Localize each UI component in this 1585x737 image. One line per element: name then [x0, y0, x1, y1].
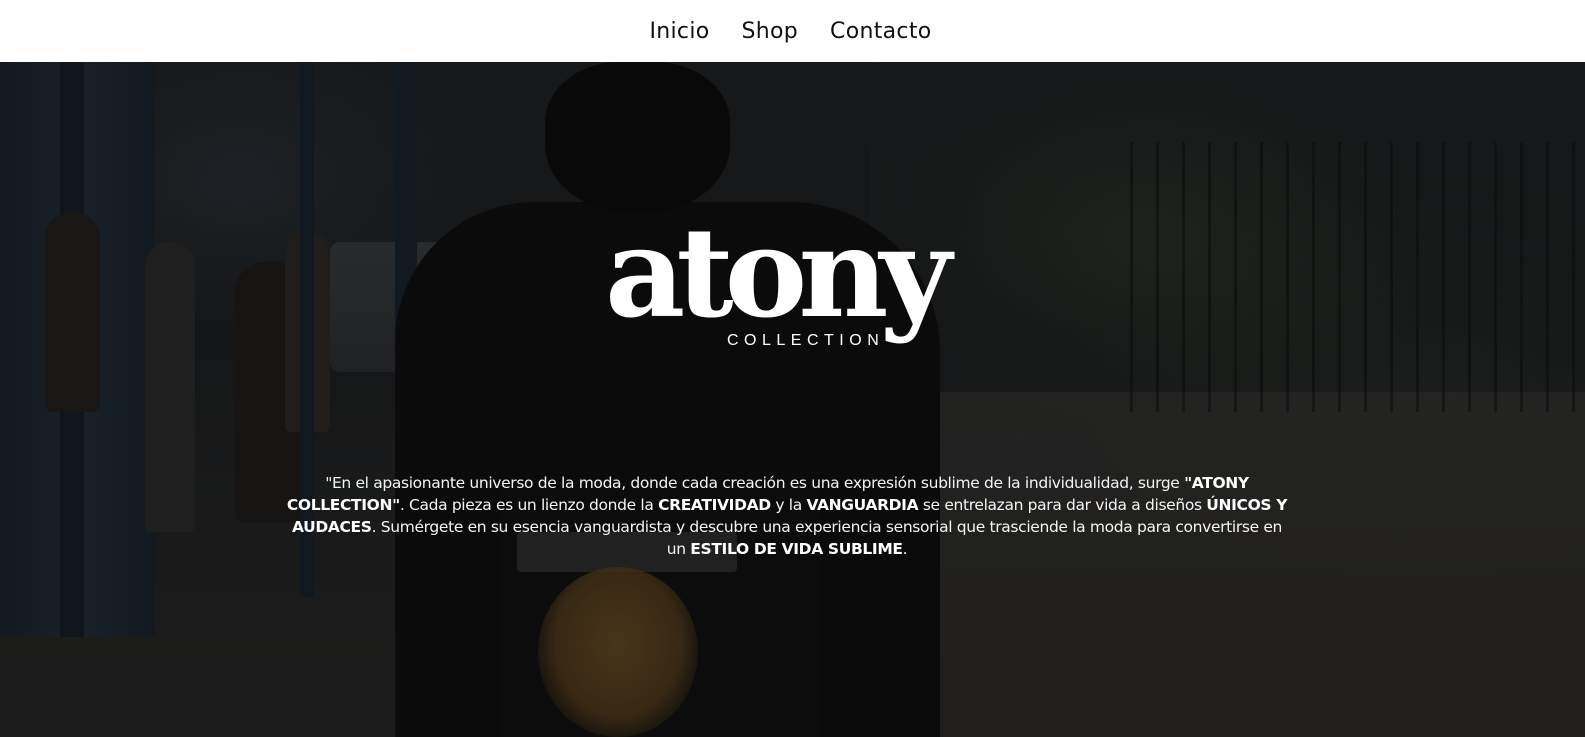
- intro-text: y la: [770, 496, 807, 514]
- intro-text: "En el apasionante universo de la moda, …: [325, 474, 1185, 492]
- nav-link-inicio[interactable]: Inicio: [649, 19, 709, 44]
- logo-wordmark: atony: [605, 201, 952, 346]
- intro-text: se entrelazan para dar vida a diseños: [918, 496, 1207, 514]
- logo-subtitle: COLLECTION: [727, 332, 885, 349]
- brand-logo: atony COLLECTION: [605, 212, 975, 362]
- hero-section: atony COLLECTION "En el apasionante univ…: [0, 62, 1585, 737]
- nav-item-inicio: Inicio: [649, 19, 709, 44]
- intro-paragraph: "En el apasionante universo de la moda, …: [282, 472, 1292, 560]
- nav-menu: Inicio Shop Contacto: [649, 19, 931, 44]
- nav-item-contacto: Contacto: [830, 19, 931, 44]
- intro-text: . Cada pieza es un lienzo donde la: [399, 496, 659, 514]
- nav-item-shop: Shop: [742, 19, 799, 44]
- intro-text: .: [902, 540, 908, 558]
- nav-link-contacto[interactable]: Contacto: [830, 19, 931, 44]
- intro-highlight: ESTILO DE VIDA SUBLIME: [690, 540, 903, 558]
- nav-link-shop[interactable]: Shop: [742, 19, 799, 44]
- intro-highlight: CREATIVIDAD: [658, 496, 771, 514]
- intro-highlight: VANGUARDIA: [806, 496, 919, 514]
- hero-dark-overlay: [0, 62, 1585, 737]
- top-navbar: Inicio Shop Contacto: [0, 0, 1585, 62]
